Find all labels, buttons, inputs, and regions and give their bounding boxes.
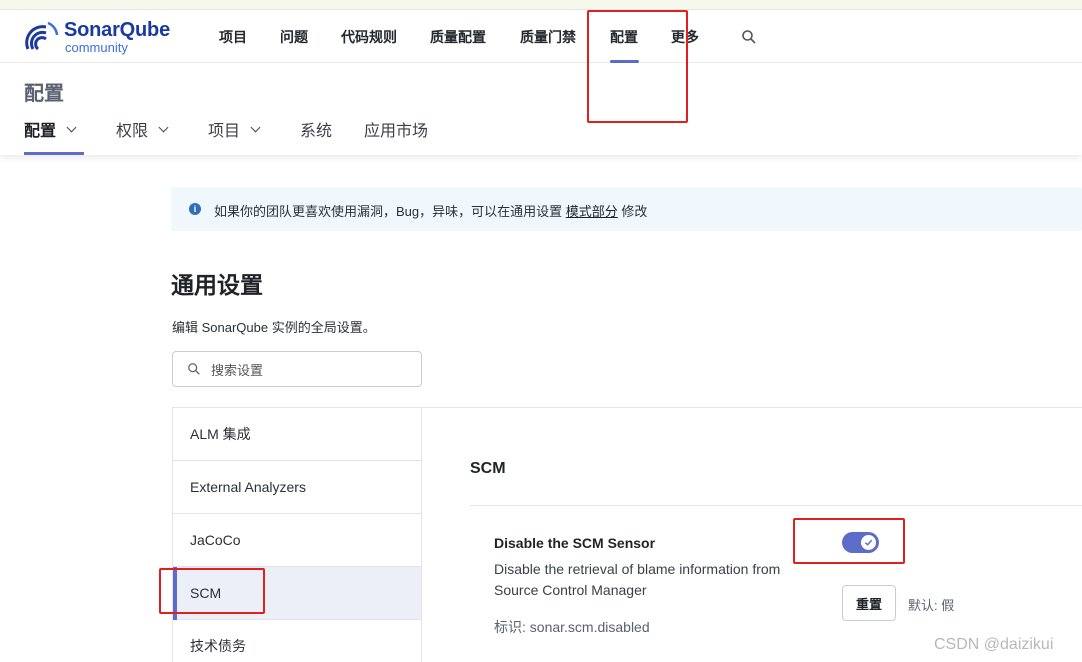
subnav-security[interactable]: 权限 — [116, 117, 169, 141]
scm-section-title: SCM — [470, 460, 506, 477]
subnav-projects[interactable]: 项目 — [208, 117, 261, 141]
subnav-label: 系统 — [300, 123, 333, 140]
subnav-active-indicator — [24, 152, 84, 155]
chevron-down-icon — [158, 122, 169, 132]
setting-key-label: 标识: — [494, 619, 526, 635]
info-icon: i — [189, 203, 201, 215]
category-jacoco[interactable]: JaCoCo — [173, 514, 421, 567]
setting-description: Disable the retrieval of blame informati… — [494, 561, 781, 598]
subnav-system[interactable]: 系统 — [300, 117, 332, 141]
category-alm[interactable]: ALM 集成 — [173, 408, 421, 461]
section-divider — [470, 505, 1082, 506]
nav-quality-gates[interactable]: 质量门禁 — [520, 27, 576, 47]
setting-key-value: sonar.scm.disabled — [529, 619, 650, 635]
search-icon[interactable] — [741, 29, 757, 45]
mode-section-link[interactable]: 模式部分 — [566, 204, 618, 219]
brand-name: SonarQube — [64, 19, 170, 41]
general-settings-title: 通用设置 — [171, 272, 263, 298]
top-navigation: SonarQube community 项目 问题 代码规则 质量配置 质量门禁… — [0, 10, 1082, 63]
nav-rules[interactable]: 代码规则 — [341, 27, 397, 47]
banner-text: 如果你的团队更喜欢使用漏洞，Bug，异味，可以在通用设置 模式部分 修改 — [214, 201, 647, 220]
annotation-box-nav — [587, 10, 688, 123]
category-external-analyzers[interactable]: External Analyzers — [173, 461, 421, 514]
subnav-label: 配置 — [24, 123, 57, 140]
subnav-label: 应用市场 — [364, 123, 429, 140]
banner-text-before: 如果你的团队更喜欢使用漏洞，Bug，异味，可以在通用设置 — [214, 204, 566, 219]
annotation-box-toggle — [793, 518, 905, 564]
banner-text-after: 修改 — [617, 204, 648, 219]
nav-quality-profiles[interactable]: 质量配置 — [430, 27, 486, 47]
subnav-marketplace[interactable]: 应用市场 — [364, 117, 428, 141]
sonarqube-logo[interactable]: SonarQube community — [24, 17, 184, 57]
setting-key: 标识: sonar.scm.disabled — [494, 617, 650, 637]
page-header: 配置 配置 权限 项目 系统 应用市场 — [0, 63, 1082, 155]
general-settings-description: 编辑 SonarQube 实例的全局设置。 — [172, 320, 376, 335]
nav-projects[interactable]: 项目 — [219, 27, 247, 47]
setting-name: Disable the SCM Sensor — [494, 535, 656, 551]
page-title: 配置 — [24, 83, 64, 105]
browser-top-strip — [0, 0, 1082, 10]
info-banner: i 如果你的团队更喜欢使用漏洞，Bug，异味，可以在通用设置 模式部分 修改 — [171, 187, 1082, 231]
brand-edition: community — [65, 40, 128, 55]
nav-issues[interactable]: 问题 — [280, 27, 308, 47]
default-value-label: 默认: 假 — [908, 598, 955, 613]
settings-search-input[interactable] — [211, 360, 411, 380]
watermark: CSDN @daizikui — [934, 636, 1054, 653]
subnav-label: 权限 — [116, 123, 149, 140]
settings-search[interactable] — [172, 351, 422, 387]
search-icon — [188, 363, 200, 375]
reset-button[interactable]: 重置 — [842, 585, 896, 621]
subnav-configuration[interactable]: 配置 — [24, 117, 77, 141]
category-technical-debt[interactable]: 技术债务 — [173, 620, 421, 662]
subnav-label: 项目 — [208, 123, 241, 140]
chevron-down-icon — [250, 122, 261, 132]
category-list: ALM 集成 External Analyzers JaCoCo SCM 技术债… — [172, 407, 422, 662]
annotation-box-scm — [159, 568, 265, 614]
sonar-waves-icon — [25, 21, 59, 51]
chevron-down-icon — [66, 122, 77, 132]
